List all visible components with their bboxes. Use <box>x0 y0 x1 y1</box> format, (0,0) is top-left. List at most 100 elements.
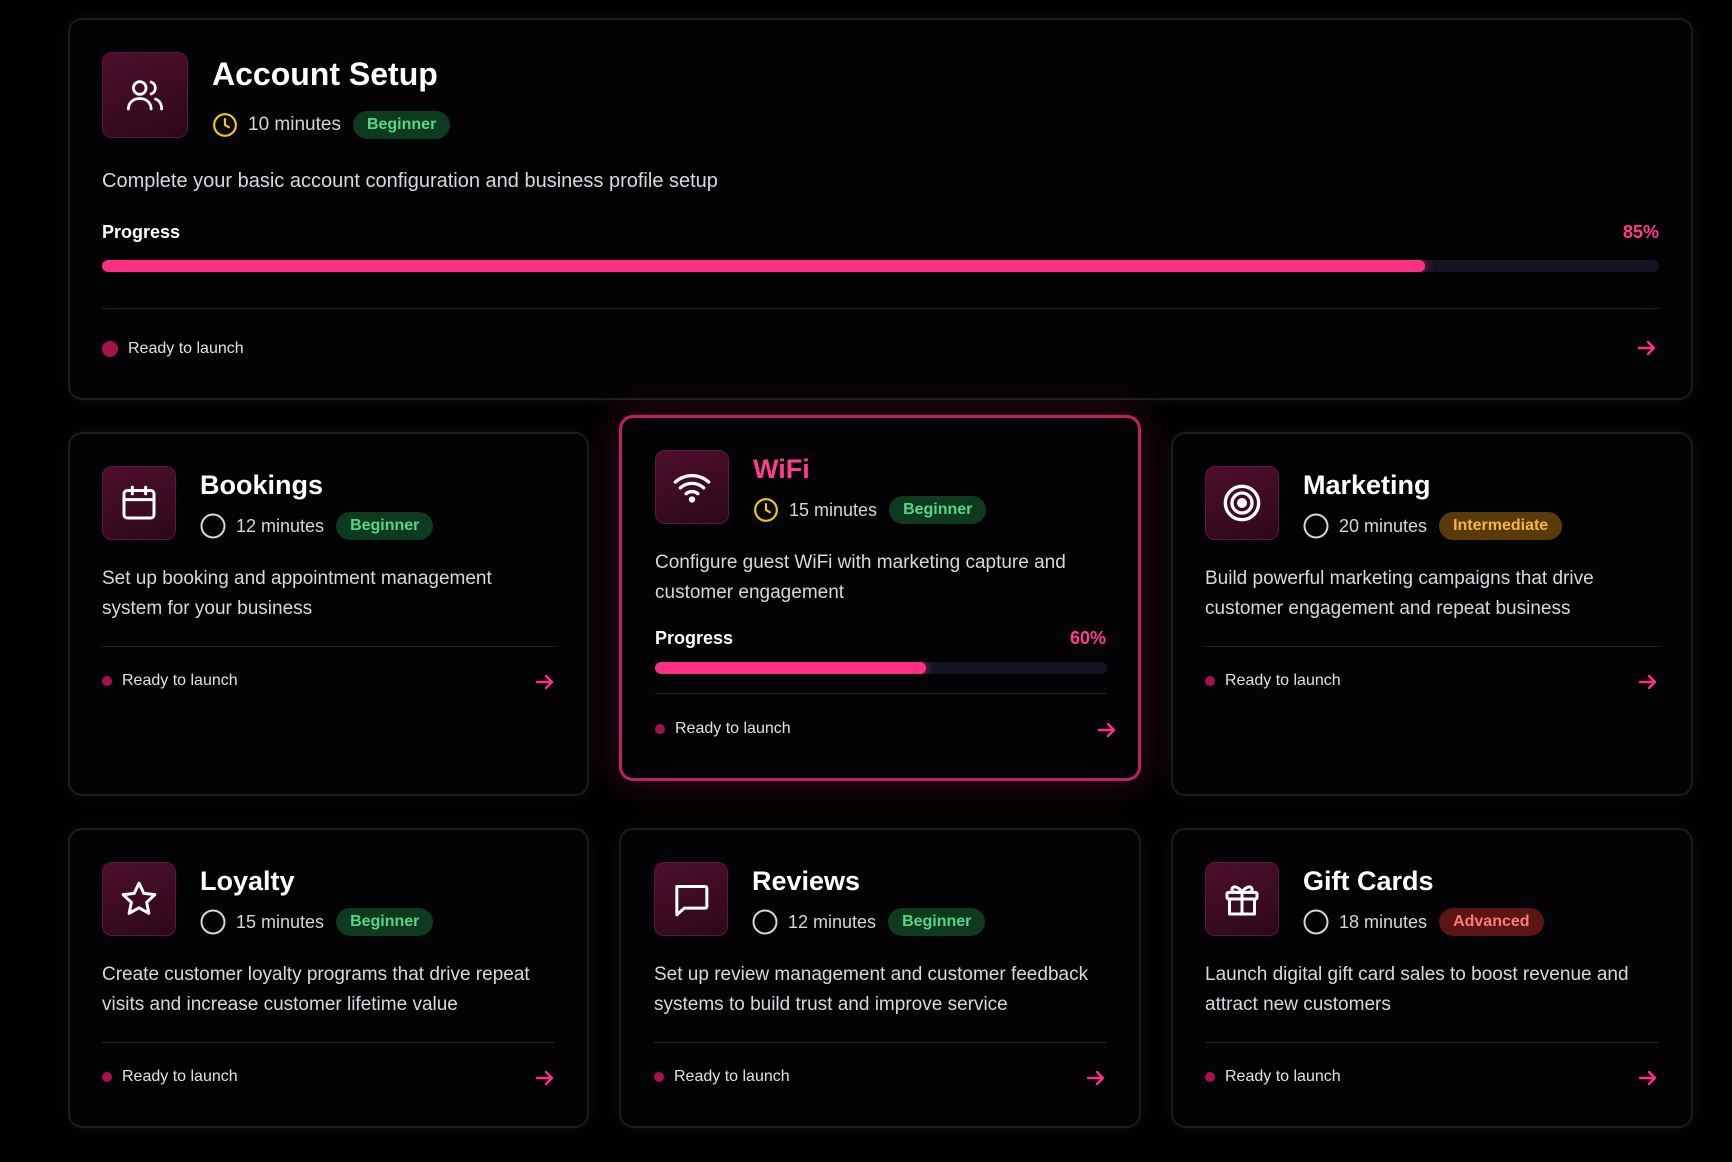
level-badge: Beginner <box>336 512 434 540</box>
message-icon-box <box>654 862 728 936</box>
status-dot <box>654 1072 664 1082</box>
module-card-wifi[interactable]: WiFi 15 minutes Beginner Configure guest… <box>619 415 1141 781</box>
module-meta: 10 minutes Beginner <box>212 110 451 140</box>
status-dot <box>1205 676 1215 686</box>
status-text: Ready to launch <box>674 1068 790 1085</box>
module-description: Build powerful marketing campaigns that … <box>1205 568 1594 619</box>
divider <box>655 693 1107 694</box>
module-meta: 18 minutes Advanced <box>1303 907 1544 937</box>
status-text: Ready to launch <box>128 340 244 357</box>
module-description: Configure guest WiFi with marketing capt… <box>655 552 1066 603</box>
module-duration: 12 minutes <box>788 911 877 932</box>
arrow-right-icon[interactable] <box>1084 1066 1108 1090</box>
clock-icon <box>753 497 779 523</box>
status-indicator: Ready to launch <box>1205 1068 1341 1086</box>
wifi-icon-box <box>655 450 729 524</box>
module-meta: 12 minutes Beginner <box>752 907 986 937</box>
users-icon <box>126 80 164 111</box>
status-dot <box>655 724 665 734</box>
circle-outline-icon <box>1303 513 1329 539</box>
arrow-right-icon[interactable] <box>1095 718 1119 742</box>
status-text: Ready to launch <box>675 720 791 737</box>
wifi-icon <box>673 474 711 503</box>
module-title: Reviews <box>752 866 861 896</box>
module-description: Launch digital gift card sales to boost … <box>1205 964 1629 1015</box>
calendar-icon-box <box>102 466 176 540</box>
level-badge: Beginner <box>352 111 451 139</box>
module-meta: 20 minutes Intermediate <box>1303 511 1563 541</box>
progress-fill <box>102 260 1426 272</box>
circle-outline-icon <box>1303 909 1329 935</box>
module-description: Complete your basic account configuratio… <box>102 170 718 192</box>
module-title: Bookings <box>200 470 324 500</box>
progress-fill <box>655 662 927 674</box>
module-title: Account Setup <box>212 56 438 92</box>
module-description: Set up booking and appointment managemen… <box>102 568 492 619</box>
clock-icon <box>212 112 238 138</box>
progress-bar <box>655 662 1107 674</box>
level-badge: Beginner <box>889 496 987 524</box>
module-meta: 15 minutes Beginner <box>200 907 434 937</box>
status-dot <box>102 1072 112 1082</box>
module-description: Set up review management and customer fe… <box>654 964 1089 1015</box>
module-title: Gift Cards <box>1303 866 1434 896</box>
level-badge: Beginner <box>888 908 986 936</box>
module-meta: 12 minutes Beginner <box>200 511 434 541</box>
divider <box>102 308 1659 309</box>
arrow-right-icon[interactable] <box>533 1066 557 1090</box>
module-duration: 12 minutes <box>236 515 325 536</box>
module-card-bookings[interactable]: Bookings 12 minutes Beginner Set up book… <box>68 432 589 796</box>
module-meta: 15 minutes Beginner <box>753 495 987 525</box>
divider <box>654 1042 1107 1043</box>
module-card-marketing[interactable]: Marketing 20 minutes Intermediate Build … <box>1171 432 1693 796</box>
module-card-reviews[interactable]: Reviews 12 minutes Beginner Set up revie… <box>619 828 1141 1128</box>
status-dot <box>102 676 112 686</box>
arrow-right-icon[interactable] <box>1636 670 1660 694</box>
status-indicator: Ready to launch <box>655 720 791 738</box>
arrow-right-icon[interactable] <box>1635 336 1659 360</box>
divider <box>1205 646 1659 647</box>
module-duration: 15 minutes <box>789 499 878 520</box>
module-card-gift-cards[interactable]: Gift Cards 18 minutes Advanced Launch di… <box>1171 828 1693 1128</box>
status-indicator: Ready to launch <box>102 672 238 690</box>
module-duration: 20 minutes <box>1339 515 1428 536</box>
circle-outline-icon <box>752 909 778 935</box>
level-badge: Beginner <box>336 908 434 936</box>
module-duration: 18 minutes <box>1339 911 1428 932</box>
level-badge: Intermediate <box>1439 512 1563 540</box>
module-card-account-setup[interactable]: Account Setup 10 minutes Beginner Comple… <box>68 18 1693 400</box>
progress-percent: 85% <box>1622 222 1659 242</box>
status-text: Ready to launch <box>122 672 238 689</box>
star-icon-box <box>102 862 176 936</box>
module-duration: 10 minutes <box>248 114 341 135</box>
divider <box>102 646 555 647</box>
module-title: Loyalty <box>200 866 295 896</box>
gift-icon <box>1225 885 1259 916</box>
status-indicator: Ready to launch <box>102 340 244 358</box>
status-dot <box>102 341 118 357</box>
module-description: Create customer loyalty programs that dr… <box>102 964 530 1015</box>
star-icon <box>121 881 157 915</box>
status-text: Ready to launch <box>122 1068 238 1085</box>
level-badge: Advanced <box>1439 908 1544 936</box>
status-indicator: Ready to launch <box>654 1068 790 1086</box>
module-title: WiFi <box>753 454 810 484</box>
status-indicator: Ready to launch <box>1205 672 1341 690</box>
progress-label: Progress <box>655 628 734 648</box>
target-icon <box>1223 484 1261 522</box>
status-text: Ready to launch <box>1225 1068 1341 1085</box>
module-card-loyalty[interactable]: Loyalty 15 minutes Beginner Create custo… <box>68 828 589 1128</box>
progress-percent: 60% <box>1069 628 1106 648</box>
target-icon-box <box>1205 466 1279 540</box>
arrow-right-icon[interactable] <box>1636 1066 1660 1090</box>
message-icon <box>675 885 709 917</box>
status-text: Ready to launch <box>1225 672 1341 689</box>
status-dot <box>1205 1072 1215 1082</box>
module-title: Marketing <box>1303 470 1431 500</box>
arrow-right-icon[interactable] <box>533 670 557 694</box>
calendar-icon <box>122 485 156 520</box>
progress-label: Progress <box>102 222 181 242</box>
users-icon-box <box>102 52 188 138</box>
divider <box>102 1042 555 1043</box>
circle-outline-icon <box>200 909 226 935</box>
